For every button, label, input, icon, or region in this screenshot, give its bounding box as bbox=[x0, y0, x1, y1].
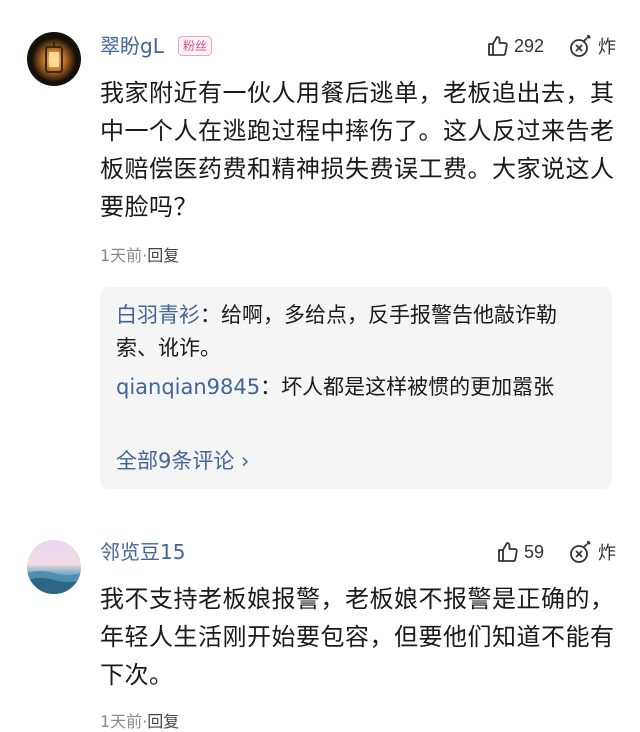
like-count: 292 bbox=[513, 35, 544, 56]
username[interactable]: 邻览豆15 bbox=[100, 540, 185, 564]
comment-text: 我不支持老板娘报警，老板娘不报警是正确的，年轻人生活刚开始要包容，但要他们知道不… bbox=[100, 585, 615, 689]
comment-time: 1天前 bbox=[100, 246, 143, 265]
comment-item: 翠盼gL 粉丝 292 炸 我家附近有一伙人用餐后逃单，老板追出去，其中一个人在… bbox=[0, 0, 640, 500]
username[interactable]: 翠盼gL bbox=[100, 34, 164, 58]
comment-meta: 1天前·回复 bbox=[100, 246, 179, 266]
thumbs-up-icon bbox=[496, 540, 520, 564]
reply-box: 白羽青衫：给啊，多给点，反手报警告他敲诈勒索、讹诈。 qianqian9845：… bbox=[100, 287, 612, 489]
like-count: 59 bbox=[523, 541, 544, 562]
bomb-button[interactable]: 炸 bbox=[568, 33, 616, 59]
sub-reply-colon: ： bbox=[260, 375, 282, 399]
avatar[interactable] bbox=[27, 540, 81, 594]
bomb-button[interactable]: 炸 bbox=[568, 539, 616, 565]
comment-actions: 292 炸 bbox=[486, 32, 616, 60]
thumbs-up-icon bbox=[486, 34, 510, 58]
comment-meta: 1天前·回复 bbox=[100, 712, 179, 732]
comment-text: 我家附近有一伙人用餐后逃单，老板追出去，其中一个人在逃跑过程中摔伤了。这人反过来… bbox=[100, 79, 615, 221]
sub-reply-author[interactable]: 白羽青衫 bbox=[116, 303, 200, 327]
view-all-replies-link[interactable]: 全部9条评论 › bbox=[116, 447, 249, 475]
comment-actions: 59 炸 bbox=[496, 538, 616, 566]
sub-reply-colon: ： bbox=[200, 303, 221, 327]
fan-badge: 粉丝 bbox=[178, 36, 213, 56]
bomb-icon bbox=[568, 539, 594, 565]
reply-button[interactable]: 回复 bbox=[147, 246, 179, 265]
reply-button[interactable]: 回复 bbox=[147, 712, 179, 731]
sub-reply-text: 坏人都是这样被惯的更加嚣张 bbox=[281, 375, 555, 399]
like-button[interactable]: 292 bbox=[486, 34, 544, 58]
sub-reply: qianqian9845：坏人都是这样被惯的更加嚣张 bbox=[116, 371, 598, 404]
like-button[interactable]: 59 bbox=[496, 540, 544, 564]
bomb-label: 炸 bbox=[598, 37, 616, 58]
avatar[interactable] bbox=[27, 32, 81, 86]
sub-reply: 白羽青衫：给啊，多给点，反手报警告他敲诈勒索、讹诈。 bbox=[116, 299, 598, 365]
comment-time: 1天前 bbox=[100, 712, 143, 731]
bomb-label: 炸 bbox=[598, 543, 616, 564]
bomb-icon bbox=[568, 33, 594, 59]
comment-item: 邻览豆15 59 炸 我不支持老板娘报警，老板娘不报警是正确的，年轻人生活刚开始… bbox=[0, 500, 640, 732]
sub-reply-author[interactable]: qianqian9845 bbox=[116, 375, 260, 399]
